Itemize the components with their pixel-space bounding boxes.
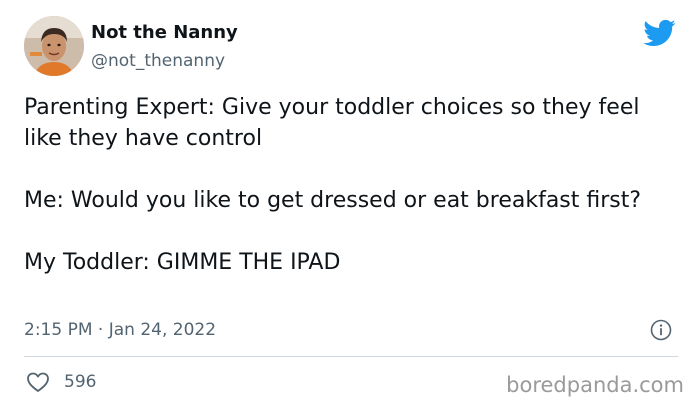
divider (24, 356, 678, 357)
display-name[interactable]: Not the Nanny (91, 22, 238, 43)
like-count: 596 (64, 372, 97, 392)
tweet-text: Parenting Expert: Give your toddler choi… (24, 92, 684, 278)
tweet-paragraph: Me: Would you like to get dressed or eat… (24, 188, 642, 213)
user-handle[interactable]: @not_thenanny (91, 51, 225, 71)
avatar[interactable] (24, 16, 84, 76)
tweet-paragraph: Parenting Expert: Give your toddler choi… (24, 95, 640, 151)
tweet-timestamp[interactable]: 2:15 PM · Jan 24, 2022 (24, 320, 216, 340)
info-icon[interactable] (650, 319, 672, 341)
tweet-paragraph: My Toddler: GIMME THE IPAD (24, 250, 341, 275)
twitter-bird-icon[interactable] (642, 16, 676, 50)
heart-icon[interactable] (26, 371, 50, 393)
watermark: boredpanda.com (506, 373, 684, 397)
tweet-card: Not the Nanny @not_thenanny Parenting Ex… (0, 0, 700, 410)
